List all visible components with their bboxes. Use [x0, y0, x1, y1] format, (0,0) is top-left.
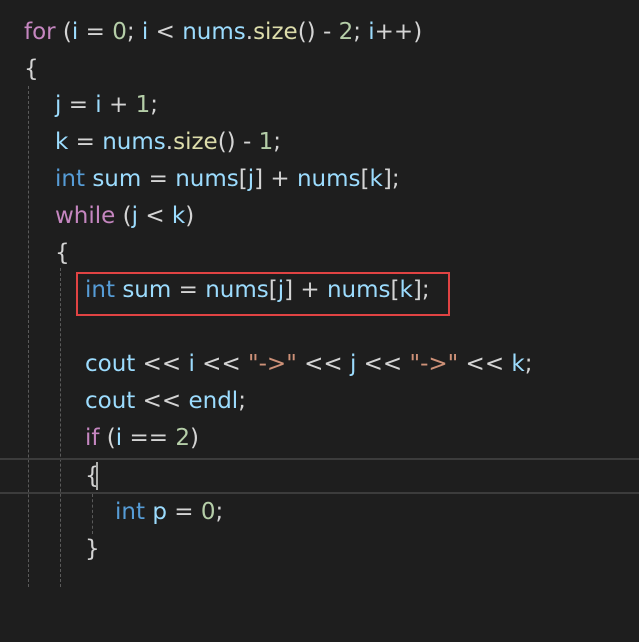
token: = [68, 129, 103, 155]
token: ; [215, 499, 224, 525]
token: < [148, 19, 183, 45]
token: ; [126, 19, 142, 45]
token: ]; [382, 166, 400, 192]
token: endl [188, 388, 239, 414]
token: ( [55, 19, 72, 45]
token: nums [296, 166, 361, 192]
token: nums [182, 19, 246, 45]
code-line-14[interactable]: int p = 0; [0, 494, 639, 531]
token: == [122, 425, 176, 451]
token: ( [99, 425, 116, 451]
token: size [173, 129, 218, 155]
code-line-10[interactable]: cout << i << "->" << j << "->" << k; [0, 346, 639, 383]
token: < [138, 203, 172, 229]
code-line-3[interactable]: j = i + 1; [0, 87, 639, 124]
token: nums [175, 166, 239, 192]
token: nums [102, 129, 166, 155]
token: << [194, 351, 249, 377]
token: size [253, 19, 298, 45]
token: 1 [258, 129, 274, 155]
token: k [369, 166, 383, 192]
token: [ [360, 166, 370, 192]
code-line-11[interactable]: cout << endl; [0, 383, 639, 420]
token: ; [353, 19, 369, 45]
token: k [511, 351, 525, 377]
token: ) [185, 203, 195, 229]
token: cout [85, 351, 136, 377]
code-line-6[interactable]: while (j < k) [0, 198, 639, 235]
token: () - [217, 129, 259, 155]
token: = [166, 499, 201, 525]
code-line-15[interactable]: } [0, 531, 639, 568]
token: ; [273, 129, 281, 155]
code-line-7[interactable]: { [0, 235, 639, 272]
token: = [78, 19, 113, 45]
token: ++) [374, 19, 423, 45]
token: = [141, 166, 176, 192]
token: if [85, 425, 100, 451]
token: k [171, 203, 186, 229]
token: { [55, 240, 70, 266]
token: 2 [338, 19, 354, 45]
token: ] + [254, 166, 297, 192]
token: 1 [135, 92, 151, 118]
code-line-5[interactable]: int sum = nums[j] + nums[k]; [0, 161, 639, 198]
token: ; [150, 92, 158, 118]
token: . [165, 129, 174, 155]
token: ; [524, 351, 533, 377]
token: "->" [248, 351, 297, 377]
token: = [61, 92, 96, 118]
token: int [115, 499, 145, 525]
code-line-12[interactable]: if (i == 2) [0, 420, 639, 457]
token: 0 [200, 499, 216, 525]
token: << [296, 351, 350, 377]
token: for [24, 19, 56, 45]
token: << [356, 351, 410, 377]
code-editor[interactable]: for (i = 0; i < nums.size() - 2; i++) { … [0, 0, 639, 587]
token: 0 [112, 19, 127, 45]
token: 2 [175, 425, 190, 451]
token: + [101, 92, 136, 118]
token: ( [115, 203, 132, 229]
token: "->" [409, 351, 459, 377]
code-line-1[interactable]: for (i = 0; i < nums.size() - 2; i++) [0, 14, 639, 51]
code-line-2[interactable]: { [0, 51, 639, 88]
token: () - [297, 19, 339, 45]
token: . [245, 19, 254, 45]
token: p [152, 499, 167, 525]
token: ; [238, 388, 246, 414]
code-line-9[interactable] [0, 309, 639, 346]
token: { [24, 56, 39, 82]
text-cursor [96, 462, 98, 490]
token: << [135, 351, 189, 377]
token: while [55, 203, 116, 229]
token: << [458, 351, 512, 377]
token: << [135, 388, 189, 414]
token: k [55, 129, 69, 155]
token: [ [238, 166, 248, 192]
token: } [85, 536, 100, 562]
token: ) [190, 425, 199, 451]
token: int [55, 166, 85, 192]
token: sum [92, 166, 142, 192]
token: cout [85, 388, 136, 414]
code-line-4[interactable]: k = nums.size() - 1; [0, 124, 639, 161]
